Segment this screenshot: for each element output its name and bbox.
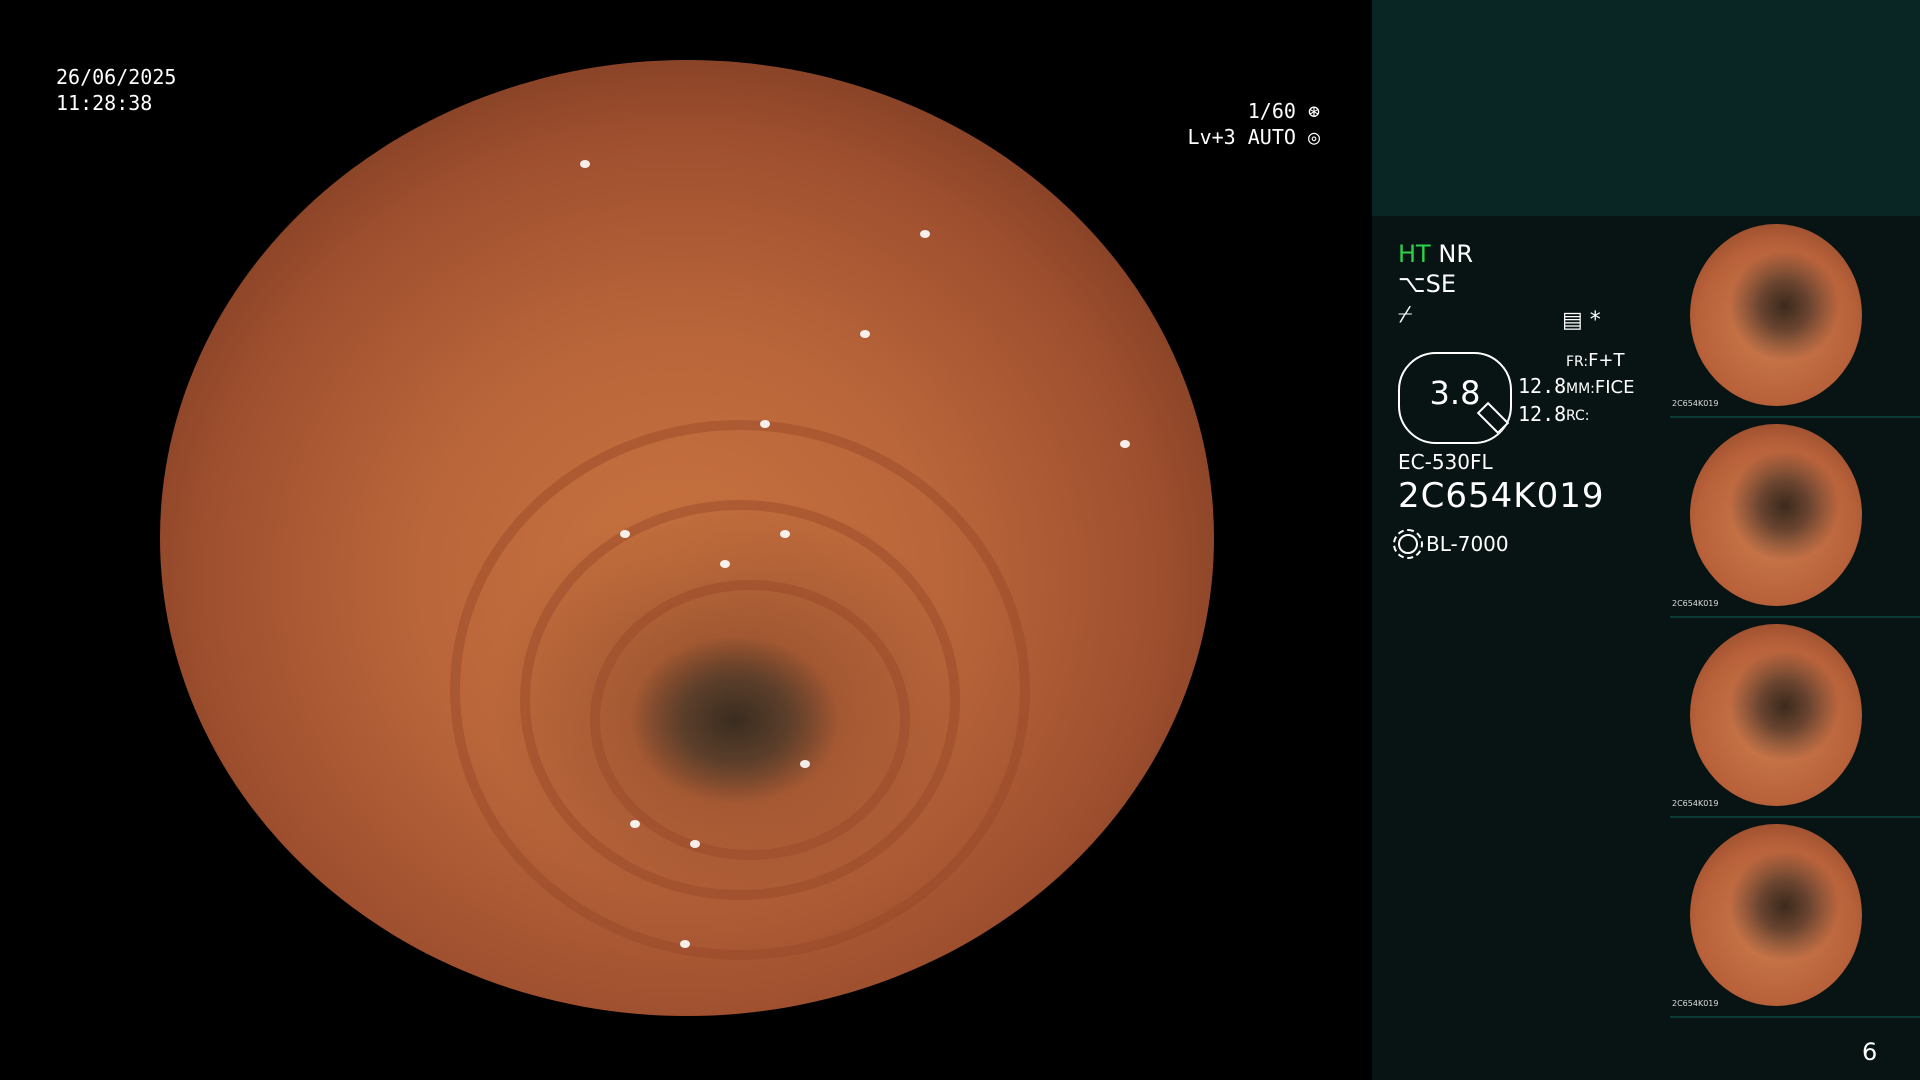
structure-icon: ⌿ <box>1398 300 1413 328</box>
thumbnail-code: 2C654K019 <box>1672 399 1719 408</box>
thumbnail-image <box>1690 624 1862 806</box>
bubble <box>780 530 790 538</box>
side-panel-header <box>1372 0 1920 216</box>
thumbnail[interactable]: 2C654K019 <box>1670 818 1920 1018</box>
thumbnail-image <box>1690 224 1862 406</box>
bubble <box>720 560 730 568</box>
value-1: 12.8 <box>1518 374 1567 398</box>
fr-value: F+T <box>1588 350 1625 371</box>
timestamp: 26/06/2025 11:28:38 <box>56 64 176 116</box>
bubble <box>760 420 770 428</box>
endoscopic-image <box>160 60 1214 1016</box>
exposure-info: 1/60 ⊛ Lv+3 AUTO ◎ <box>1180 98 1320 150</box>
status-icons: ▤ * <box>1562 308 1601 333</box>
light-source-icon <box>1393 529 1423 559</box>
level-text: Lv+3 AUTO <box>1187 125 1296 149</box>
thumbnail[interactable]: 2C654K019 <box>1670 418 1920 618</box>
side-panel: HT NR ⌥SE ⌿ ▤ * 3.8 12.8 12.8 FR:F+T MM:… <box>1372 0 1920 1080</box>
scope-serial: 2C654K019 <box>1398 476 1605 516</box>
zoom-gauge: 3.8 <box>1398 352 1512 444</box>
nr-indicator: NR <box>1438 240 1473 268</box>
mucosal-fold <box>590 580 910 860</box>
page-number: 6 <box>1862 1038 1878 1066</box>
bubble <box>860 330 870 338</box>
date-text: 26/06/2025 <box>56 65 177 89</box>
bubble <box>920 230 930 238</box>
enhance-icon: ⌥ <box>1398 270 1426 298</box>
processor-status: HT NR ⌥SE ⌿ <box>1398 240 1648 330</box>
thumbnail-code: 2C654K019 <box>1672 999 1719 1008</box>
thumbnail[interactable]: 2C654K019 <box>1670 618 1920 818</box>
mm-value: FICE <box>1594 377 1635 398</box>
memory-icon: ▤ <box>1562 308 1583 333</box>
thumbnail-code: 2C654K019 <box>1672 599 1719 608</box>
endoscope-main-view: 26/06/2025 11:28:38 1/60 ⊛ Lv+3 AUTO ◎ <box>0 0 1372 1080</box>
fr-label: FR: <box>1566 354 1589 370</box>
se-indicator: SE <box>1425 270 1457 298</box>
measurement-values: 12.8 12.8 <box>1518 372 1566 428</box>
auto-icon: ◎ <box>1307 125 1320 149</box>
asterisk-indicator: * <box>1589 308 1601 333</box>
rc-label: RC: <box>1566 408 1590 424</box>
shutter-text: 1/60 <box>1247 99 1296 123</box>
bubble <box>1120 440 1130 448</box>
bubble <box>620 530 630 538</box>
mm-label: MM: <box>1566 381 1595 397</box>
light-source-text: BL-7000 <box>1426 532 1509 556</box>
bubble <box>800 760 810 768</box>
bubble <box>690 840 700 848</box>
value-2: 12.8 <box>1518 402 1567 426</box>
light-source: BL-7000 <box>1393 529 1509 559</box>
thumbnail-code: 2C654K019 <box>1672 799 1719 808</box>
shutter-icon: ⊛ <box>1307 99 1320 123</box>
capture-thumbnails: 2C654K019 2C654K019 2C654K019 2C654K019 <box>1670 218 1920 1018</box>
thumbnail[interactable]: 2C654K019 <box>1670 218 1920 418</box>
thumbnail-image <box>1690 824 1862 1006</box>
ht-indicator: HT <box>1398 240 1431 268</box>
thumbnail-image <box>1690 424 1862 606</box>
mode-labels: FR:F+T MM:FICE RC: <box>1566 348 1634 429</box>
bubble <box>630 820 640 828</box>
bubble <box>680 940 690 948</box>
scope-model: EC-530FL <box>1398 450 1493 474</box>
time-text: 11:28:38 <box>56 91 153 115</box>
bubble <box>580 160 590 168</box>
